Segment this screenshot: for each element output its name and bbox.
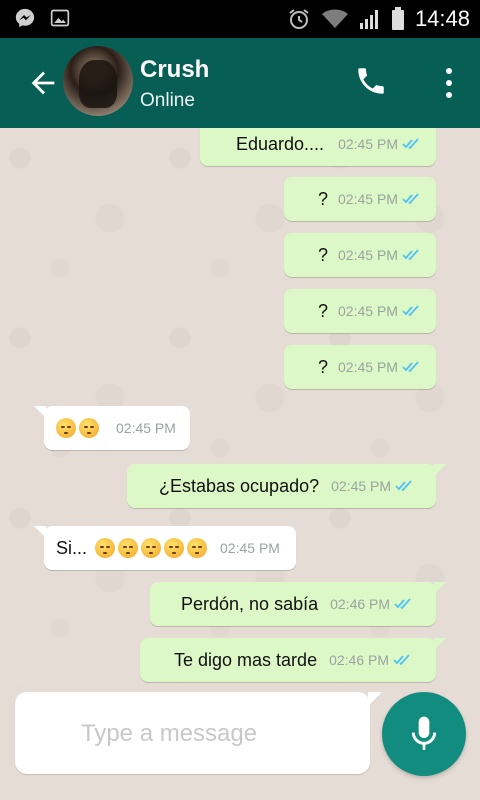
emoji-smirking-face (187, 538, 208, 558)
message-text: ? (318, 300, 329, 321)
read-ticks-icon (395, 480, 412, 492)
message-text: Si... (56, 537, 88, 558)
back-arrow-icon[interactable] (26, 66, 60, 100)
message-text: ? (318, 188, 329, 209)
emoji-smirking-face (141, 538, 162, 558)
message-time: 02:45 PM (116, 420, 176, 436)
message-bubble-outgoing[interactable]: ¿Estabas ocupado? 02:45 PM (127, 464, 446, 508)
message-text: Te digo mas tarde (174, 649, 318, 670)
more-vert-icon[interactable] (443, 66, 455, 100)
read-ticks-icon (402, 305, 419, 317)
emoji-smirking-face (118, 538, 139, 558)
avatar[interactable] (63, 46, 133, 116)
microphone-icon (411, 716, 437, 750)
alarm-icon (289, 9, 309, 29)
status-time: 14:48 (414, 6, 470, 31)
message-time: 02:45 PM (338, 191, 398, 207)
read-ticks-icon (402, 138, 419, 150)
phone-icon[interactable] (354, 64, 388, 98)
message-text: Eduardo.... (236, 133, 325, 154)
message-bubble-outgoing[interactable]: ? 02:45 PM (284, 177, 436, 221)
battery-icon (391, 7, 404, 30)
message-input[interactable] (79, 716, 353, 752)
mic-button[interactable] (382, 692, 466, 776)
image-icon (50, 9, 70, 27)
message-time: 02:46 PM (330, 596, 391, 612)
message-time: 02:45 PM (338, 303, 398, 319)
message-bubble-incoming[interactable]: 02:45 PM (34, 406, 190, 450)
read-ticks-icon (402, 193, 419, 205)
message-time: 02:45 PM (331, 478, 392, 494)
read-ticks-icon (402, 361, 419, 373)
message-bubble-outgoing[interactable]: ? 02:45 PM (284, 233, 436, 277)
chat-area[interactable]: Eduardo.... 02:45 PM ? 02:45 PM ? 02:45 … (0, 128, 480, 688)
message-time: 02:45 PM (220, 540, 280, 556)
emoji-smirking-face (164, 538, 185, 558)
message-text: ? (318, 356, 329, 377)
emoji-smirking-face (95, 538, 116, 558)
messenger-icon (15, 8, 35, 28)
message-time: 02:45 PM (338, 247, 398, 263)
message-time: 02:45 PM (338, 359, 398, 375)
message-bubble-outgoing[interactable]: ? 02:45 PM (284, 289, 436, 333)
message-bubble-outgoing[interactable]: Te digo mas tarde 02:46 PM (140, 638, 446, 682)
read-ticks-icon (393, 654, 410, 666)
message-text: ? (318, 244, 329, 265)
message-bubble-outgoing[interactable]: Perdón, no sabía 02:46 PM (150, 582, 446, 626)
chat-header: Crush Online (0, 38, 480, 128)
emoji-relieved-face (79, 418, 99, 438)
message-bubble-outgoing[interactable]: ? 02:45 PM (284, 345, 436, 389)
message-text: ¿Estabas ocupado? (159, 475, 320, 496)
message-bubble-incoming[interactable]: Si... 02:45 PM (34, 526, 296, 570)
message-time: 02:45 PM (338, 136, 398, 152)
message-text: Perdón, no sabía (181, 593, 319, 614)
wifi-icon (321, 9, 348, 28)
message-input-container[interactable] (15, 692, 382, 774)
read-ticks-icon (402, 249, 419, 261)
contact-name[interactable]: Crush (140, 56, 209, 84)
emoji-kissing-face (56, 418, 76, 438)
read-ticks-icon (394, 598, 411, 610)
contact-status: Online (140, 90, 195, 111)
message-time: 02:46 PM (329, 652, 390, 668)
composer-bar (0, 688, 480, 800)
status-bar: 14:48 (0, 0, 480, 38)
signal-icon (359, 10, 378, 29)
message-bubble-outgoing[interactable]: Eduardo.... 02:45 PM (200, 128, 436, 166)
